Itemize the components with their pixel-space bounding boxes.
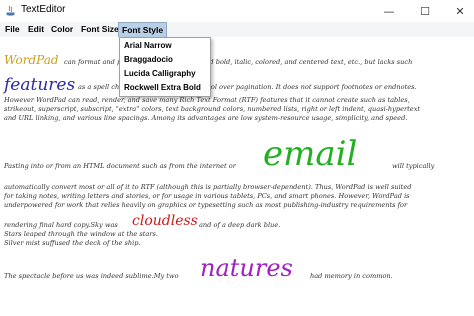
maximize-button[interactable]: ☐ <box>411 0 439 22</box>
menu-bar: File Edit Color Font Size Font Style <box>0 22 474 38</box>
wordpad-word: WordPad <box>4 53 59 67</box>
close-button[interactable]: ✕ <box>446 0 474 22</box>
close-icon: ✕ <box>455 4 465 18</box>
natures-word: natures <box>200 254 293 282</box>
maximize-icon: ☐ <box>420 4 430 18</box>
java-app-icon <box>6 5 15 16</box>
text-line: automatically convert most or all of it … <box>4 183 412 191</box>
cloudless-word: cloudless <box>132 213 198 229</box>
text-line: strikeout, superscript, subscript, "extr… <box>4 105 421 113</box>
font-option-rockwell-extra-bold[interactable]: Rockwell Extra Bold <box>124 83 201 92</box>
font-style-dropdown: Arial Narrow Braggadocio Lucida Calligra… <box>119 37 211 97</box>
text-line: will typically <box>392 162 435 170</box>
menu-color[interactable]: Color <box>48 22 76 37</box>
menu-file[interactable]: File <box>2 22 23 37</box>
text-line: underpowered for work that relies heavil… <box>4 201 408 209</box>
font-option-lucida-calligraphy[interactable]: Lucida Calligraphy <box>124 69 196 78</box>
email-word: email <box>263 134 358 174</box>
text-line: can format and print text, including fon… <box>64 58 413 66</box>
window-title: TextEditor <box>21 4 66 15</box>
text-line: Stars leaped through the window at the s… <box>4 230 158 238</box>
menu-font-size[interactable]: Font Size <box>78 22 122 37</box>
text-line: However WordPad can read, render, and sa… <box>4 96 410 104</box>
menu-font-style[interactable]: Font Style <box>118 22 168 38</box>
text-line: for taking notes, writing letters and st… <box>4 192 410 200</box>
text-line: Pasting into or from an HTML document su… <box>4 162 236 170</box>
text-line: and of a deep dark blue. <box>199 221 281 229</box>
text-line: rendering final hard copy.Sky was <box>4 221 118 229</box>
text-line: The spectacle before us was indeed subli… <box>4 272 179 280</box>
minimize-button[interactable]: — <box>375 0 403 22</box>
minimize-icon: — <box>383 4 395 18</box>
features-word: features <box>4 75 76 95</box>
text-line: and URL linking, and various line spacin… <box>4 114 408 122</box>
font-option-arial-narrow[interactable]: Arial Narrow <box>124 41 172 50</box>
title-bar: TextEditor — ☐ ✕ <box>0 0 474 23</box>
font-option-braggadocio[interactable]: Braggadocio <box>124 55 173 64</box>
editor-text-area[interactable]: WordPad can format and print text, inclu… <box>0 37 474 316</box>
text-line: had memory in common. <box>310 272 393 280</box>
menu-edit[interactable]: Edit <box>25 22 47 37</box>
text-line: Silver mist suffused the deck of the shi… <box>4 239 141 247</box>
